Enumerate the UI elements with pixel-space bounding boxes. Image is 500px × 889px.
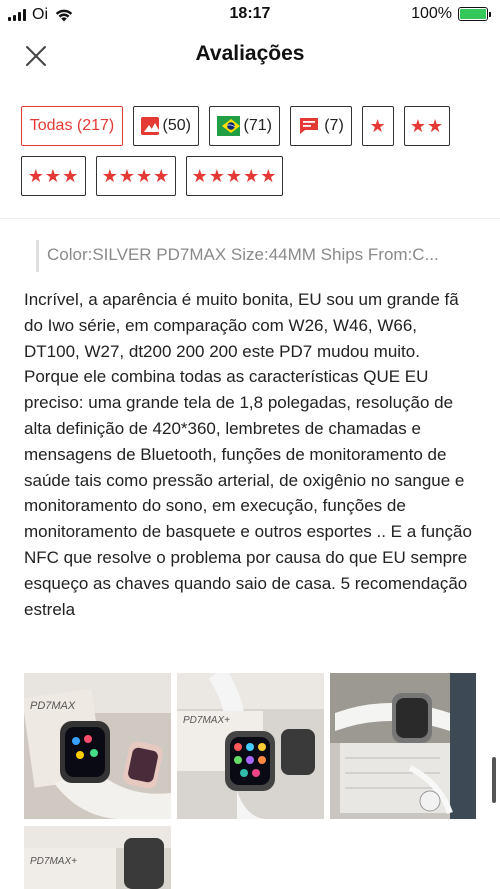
status-right: 100% — [411, 5, 491, 23]
box-label: PD7MAX — [30, 700, 76, 712]
review-photo-3-image — [330, 673, 476, 819]
header: Avaliações — [0, 30, 500, 86]
star-icon: ★★★★★ — [191, 165, 278, 186]
review-photo-1[interactable]: PD7MAX — [24, 673, 171, 819]
star-icon: ★★★★ — [101, 165, 171, 186]
filter-brazil-chip[interactable]: (71) — [209, 106, 280, 146]
filter-photos-chip[interactable]: (50) — [133, 106, 199, 146]
review-photo-3[interactable] — [330, 673, 476, 819]
battery-icon — [458, 7, 491, 21]
filter-1-star-chip[interactable]: ★ — [362, 106, 394, 146]
review-photo-4-image: PD7MAX+ — [24, 826, 171, 889]
scrollbar[interactable] — [492, 757, 496, 803]
comment-icon — [300, 118, 319, 134]
status-bar: Oi 18:17 100% — [0, 0, 500, 30]
review-photo-2-image: PD7MAX+ — [177, 673, 324, 819]
filter-5-star-chip[interactable]: ★★★★★ — [186, 156, 283, 196]
filter-photos-count: (50) — [162, 117, 191, 134]
star-icon: ★★★ — [27, 165, 80, 186]
box-label: PD7MAX+ — [30, 856, 77, 867]
box-label: PD7MAX+ — [183, 715, 230, 726]
star-icon: ★★ — [409, 115, 445, 136]
filter-2-star-chip[interactable]: ★★ — [404, 106, 450, 146]
filter-comments-count: (7) — [324, 117, 344, 134]
star-icon: ★ — [369, 115, 387, 136]
filter-3-star-chip[interactable]: ★★★ — [21, 156, 86, 196]
filter-brazil-count: (71) — [243, 117, 272, 134]
filter-row-1: Todas (217) (50) (71) (7) ★ ★★ — [21, 106, 481, 146]
filter-4-star-chip[interactable]: ★★★★ — [96, 156, 176, 196]
review-photo-1-image: PD7MAX — [24, 673, 171, 819]
review-photo-2[interactable]: PD7MAX+ — [177, 673, 324, 819]
review-filters: Todas (217) (50) (71) (7) ★ ★★ ★★★ ★★★★ … — [21, 106, 481, 206]
review-photo-4[interactable]: PD7MAX+ — [24, 826, 171, 889]
page-title: Avaliações — [195, 42, 305, 65]
filter-all-label: Todas (217) — [29, 117, 115, 134]
review-variant: Color:SILVER PD7MAX Size:44MM Ships From… — [36, 240, 476, 272]
filter-all-chip[interactable]: Todas (217) — [21, 106, 123, 146]
battery-percentage: 100% — [411, 5, 452, 22]
filter-comments-chip[interactable]: (7) — [290, 106, 352, 146]
brazil-flag-icon — [217, 116, 240, 136]
divider — [0, 218, 500, 219]
filter-row-2: ★★★ ★★★★ ★★★★★ — [21, 156, 481, 196]
review-text: Incrível, a aparência é muito bonita, EU… — [24, 290, 472, 619]
image-icon — [141, 117, 159, 135]
